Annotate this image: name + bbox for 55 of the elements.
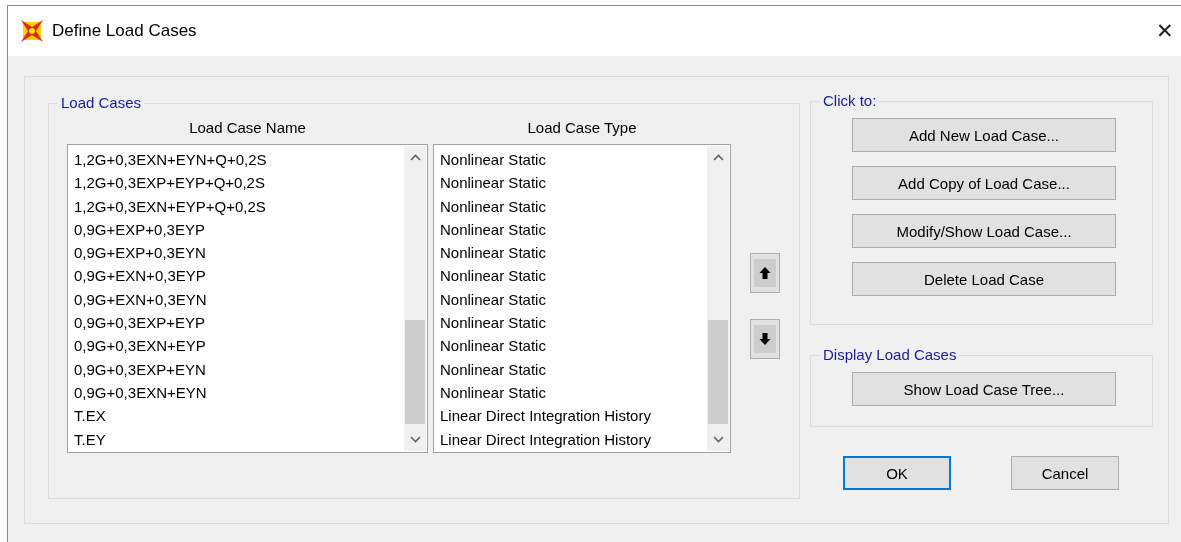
action-button[interactable]: Show Load Case Tree... (852, 372, 1116, 406)
list-item[interactable]: T.EX (74, 404, 106, 428)
action-button[interactable]: Delete Load Case (852, 262, 1116, 296)
close-icon[interactable]: ✕ (1153, 19, 1177, 43)
list-item[interactable]: Nonlinear Static (440, 311, 546, 335)
window-title: Define Load Cases (52, 21, 198, 41)
list-item[interactable]: T.EY (74, 427, 106, 451)
list-item[interactable]: Nonlinear Static (440, 194, 546, 218)
list-item[interactable]: Nonlinear Static (440, 171, 546, 195)
list-item[interactable]: Nonlinear Static (440, 217, 546, 242)
list-item[interactable]: Linear Direct Integration History (440, 427, 651, 451)
list-item[interactable]: Nonlinear Static (440, 287, 546, 312)
list-item[interactable]: 0,9G+0,3EXN+EYN (74, 380, 207, 405)
group-label: Load Cases (60, 94, 143, 112)
list-item[interactable]: 0,9G+0,3EXN+EYP (74, 334, 206, 358)
list-item[interactable]: Linear Direct Integration History (440, 404, 651, 428)
column-header: Load Case Type (526, 118, 638, 138)
app-icon (20, 19, 44, 43)
list-item[interactable]: Nonlinear Static (440, 380, 546, 405)
list-item[interactable]: Nonlinear Static (440, 148, 546, 172)
scroll-thumb[interactable] (708, 320, 728, 424)
scroll-thumb[interactable] (405, 320, 425, 424)
list-item[interactable]: 0,9G+EXP+0,3EYN (74, 241, 206, 265)
list-box[interactable] (67, 144, 428, 453)
group-label: Click to: (822, 92, 878, 110)
cancel-button[interactable]: Cancel (1011, 456, 1119, 490)
column-header: Load Case Name (188, 118, 307, 138)
list-item[interactable]: 0,9G+EXN+0,3EYN (74, 287, 207, 312)
chevron-down-icon[interactable] (409, 436, 421, 443)
list-item[interactable]: 0,9G+EXP+0,3EYP (74, 217, 205, 242)
arrow-up-icon (759, 266, 771, 280)
chevron-down-icon[interactable] (712, 436, 724, 443)
scrollbar[interactable] (707, 146, 729, 451)
arrow-down-icon (759, 332, 771, 346)
move-down-button[interactable] (750, 319, 780, 359)
group-label: Display Load Cases (822, 346, 958, 364)
list-box[interactable] (433, 144, 731, 453)
move-up-button[interactable] (750, 253, 780, 293)
action-button[interactable]: Add New Load Case... (852, 118, 1116, 152)
list-item[interactable]: Nonlinear Static (440, 241, 546, 265)
list-item[interactable]: 0,9G+EXN+0,3EYP (74, 264, 206, 288)
ok-button[interactable]: OK (843, 456, 951, 490)
scrollbar[interactable] (404, 146, 426, 451)
action-button[interactable]: Modify/Show Load Case... (852, 214, 1116, 248)
list-item[interactable]: Nonlinear Static (440, 264, 546, 288)
action-button[interactable]: Add Copy of Load Case... (852, 166, 1116, 200)
chevron-up-icon[interactable] (409, 154, 421, 161)
list-item[interactable]: 1,2G+0,3EXN+EYN+Q+0,2S (74, 148, 267, 172)
list-item[interactable]: 1,2G+0,3EXP+EYP+Q+0,2S (74, 171, 265, 195)
list-item[interactable]: Nonlinear Static (440, 357, 546, 381)
list-item[interactable]: Nonlinear Static (440, 334, 546, 358)
list-item[interactable]: 0,9G+0,3EXP+EYP (74, 311, 205, 335)
list-item[interactable]: 0,9G+0,3EXP+EYN (74, 357, 206, 381)
chevron-up-icon[interactable] (712, 154, 724, 161)
list-item[interactable]: 1,2G+0,3EXN+EYP+Q+0,2S (74, 194, 266, 218)
